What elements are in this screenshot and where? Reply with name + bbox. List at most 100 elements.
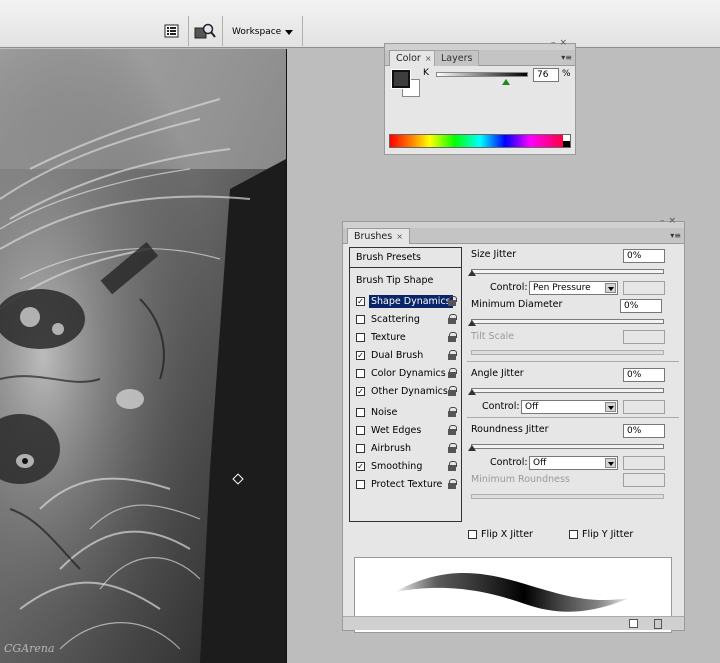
minimum-roundness-input <box>623 473 665 487</box>
panel-menu-icon[interactable]: ▾≡ <box>670 231 681 240</box>
minimum-roundness-label: Minimum Roundness <box>471 474 570 485</box>
lock-icon[interactable] <box>448 368 457 378</box>
lock-icon[interactable] <box>448 461 457 471</box>
brush-option-color-dynamics[interactable]: Color Dynamics <box>350 364 461 382</box>
checkbox-box[interactable] <box>468 530 477 539</box>
angle-jitter-input[interactable]: 0% <box>623 368 665 382</box>
checkbox-box[interactable] <box>356 314 365 324</box>
checkbox-box[interactable] <box>356 332 365 342</box>
checkbox-box[interactable] <box>356 425 365 435</box>
tilt-scale-slider <box>471 350 664 355</box>
angle-jitter-slider[interactable] <box>471 388 664 393</box>
lock-icon[interactable] <box>448 425 457 435</box>
checkbox-box[interactable] <box>356 443 365 453</box>
brush-option-label: Smoothing <box>371 460 423 472</box>
lock-icon[interactable] <box>448 443 457 453</box>
close-icon[interactable]: × <box>668 216 680 226</box>
tab-layers[interactable]: Layers <box>434 50 480 67</box>
checkbox-box[interactable]: ✓ <box>356 386 365 396</box>
fade-steps-box <box>623 456 665 470</box>
minimum-diameter-input[interactable]: 0% <box>620 299 662 313</box>
angle-control-select[interactable]: Off <box>521 400 618 414</box>
flip-x-jitter-checkbox[interactable]: Flip X Jitter <box>468 529 533 540</box>
brush-option-protect-texture[interactable]: Protect Texture <box>350 475 461 493</box>
size-jitter-slider[interactable] <box>471 269 664 274</box>
roundness-jitter-label: Roundness Jitter <box>471 424 549 435</box>
close-icon[interactable]: × <box>559 38 571 48</box>
workspace-menu-button[interactable]: Workspace <box>232 25 294 39</box>
k-value-input[interactable]: 76 <box>533 68 559 82</box>
tab-brushes[interactable]: Brushes × <box>347 228 410 245</box>
brushes-panel-footer <box>343 616 684 630</box>
checkbox-box[interactable]: ✓ <box>356 350 365 360</box>
roundness-control-select[interactable]: Off <box>529 456 618 470</box>
roundness-jitter-slider[interactable] <box>471 444 664 449</box>
checkbox-box[interactable] <box>356 479 365 489</box>
tilt-scale-label: Tilt Scale <box>471 331 515 342</box>
toolbar-separator <box>188 16 189 46</box>
checkbox-box[interactable]: ✓ <box>356 296 365 306</box>
brush-option-texture[interactable]: Texture <box>350 328 461 346</box>
size-control-select[interactable]: Pen Pressure <box>529 281 618 295</box>
brush-option-label: Dual Brush <box>371 349 424 361</box>
brush-option-label: Noise <box>371 406 398 418</box>
foreground-color-swatch[interactable] <box>391 69 411 89</box>
brush-option-label: Airbrush <box>371 442 411 454</box>
brush-option-smoothing[interactable]: ✓ Smoothing <box>350 457 461 475</box>
checkbox-box[interactable] <box>569 530 578 539</box>
toolbar-separator <box>222 16 223 46</box>
close-icon[interactable]: × <box>396 232 403 241</box>
brush-option-label: Protect Texture <box>371 478 443 490</box>
k-unit: % <box>562 69 571 79</box>
file-browser-search-icon[interactable] <box>194 23 216 39</box>
brush-option-dual-brush[interactable]: ✓ Dual Brush <box>350 346 461 364</box>
roundness-jitter-input[interactable]: 0% <box>623 424 665 438</box>
trash-icon[interactable] <box>654 619 662 629</box>
brush-option-noise[interactable]: Noise <box>350 403 461 421</box>
checkbox-box[interactable] <box>356 368 365 378</box>
workspace-label: Workspace <box>232 27 282 37</box>
checkbox-box[interactable] <box>356 407 365 417</box>
brush-option-other-dynamics[interactable]: ✓ Other Dynamics <box>350 382 461 400</box>
flip-y-jitter-checkbox[interactable]: Flip Y Jitter <box>569 529 633 540</box>
color-spectrum-bar[interactable] <box>389 134 571 148</box>
slider-thumb[interactable] <box>468 389 476 395</box>
k-slider-thumb[interactable] <box>501 79 510 85</box>
black-white-swatch[interactable] <box>563 135 570 147</box>
lock-icon[interactable] <box>448 296 457 306</box>
checkbox-box[interactable]: ✓ <box>356 461 365 471</box>
chevron-down-icon <box>285 29 294 35</box>
document-list-icon[interactable] <box>164 24 180 38</box>
lock-icon[interactable] <box>448 386 457 396</box>
chevron-down-icon <box>605 458 616 468</box>
checkbox-label: Flip Y Jitter <box>582 529 634 540</box>
brush-option-wet-edges[interactable]: Wet Edges <box>350 421 461 439</box>
brush-tip-shape-item[interactable]: Brush Tip Shape <box>356 275 433 286</box>
minimum-diameter-slider[interactable] <box>471 319 664 324</box>
panel-menu-icon[interactable]: ▾≡ <box>561 53 572 62</box>
new-preset-icon[interactable] <box>629 619 638 628</box>
lock-icon[interactable] <box>448 332 457 342</box>
panel-window-buttons[interactable]: –× <box>660 216 680 226</box>
lock-icon[interactable] <box>448 350 457 360</box>
color-panel-body: K 76 % <box>385 66 575 154</box>
lock-icon[interactable] <box>448 314 457 324</box>
lock-icon[interactable] <box>448 407 457 417</box>
minimum-roundness-slider <box>471 494 664 499</box>
slider-thumb[interactable] <box>468 320 476 326</box>
size-jitter-input[interactable]: 0% <box>623 249 665 263</box>
brush-option-scattering[interactable]: Scattering <box>350 310 461 328</box>
close-icon[interactable]: × <box>425 54 432 63</box>
tab-color[interactable]: Color × <box>389 50 439 67</box>
document-canvas[interactable]: CGArena <box>0 49 286 663</box>
lock-icon[interactable] <box>448 479 457 489</box>
angle-control-label: Control: <box>482 401 520 412</box>
brush-option-shape-dynamics[interactable]: ✓ Shape Dynamics <box>350 292 461 310</box>
toolbar-separator <box>302 16 303 46</box>
k-channel-slider[interactable] <box>436 72 528 77</box>
brush-option-airbrush[interactable]: Airbrush <box>350 439 461 457</box>
slider-thumb[interactable] <box>468 270 476 276</box>
panel-window-buttons[interactable]: –× <box>551 38 571 48</box>
brush-presets-item[interactable]: Brush Presets <box>350 248 461 268</box>
slider-thumb[interactable] <box>468 445 476 451</box>
